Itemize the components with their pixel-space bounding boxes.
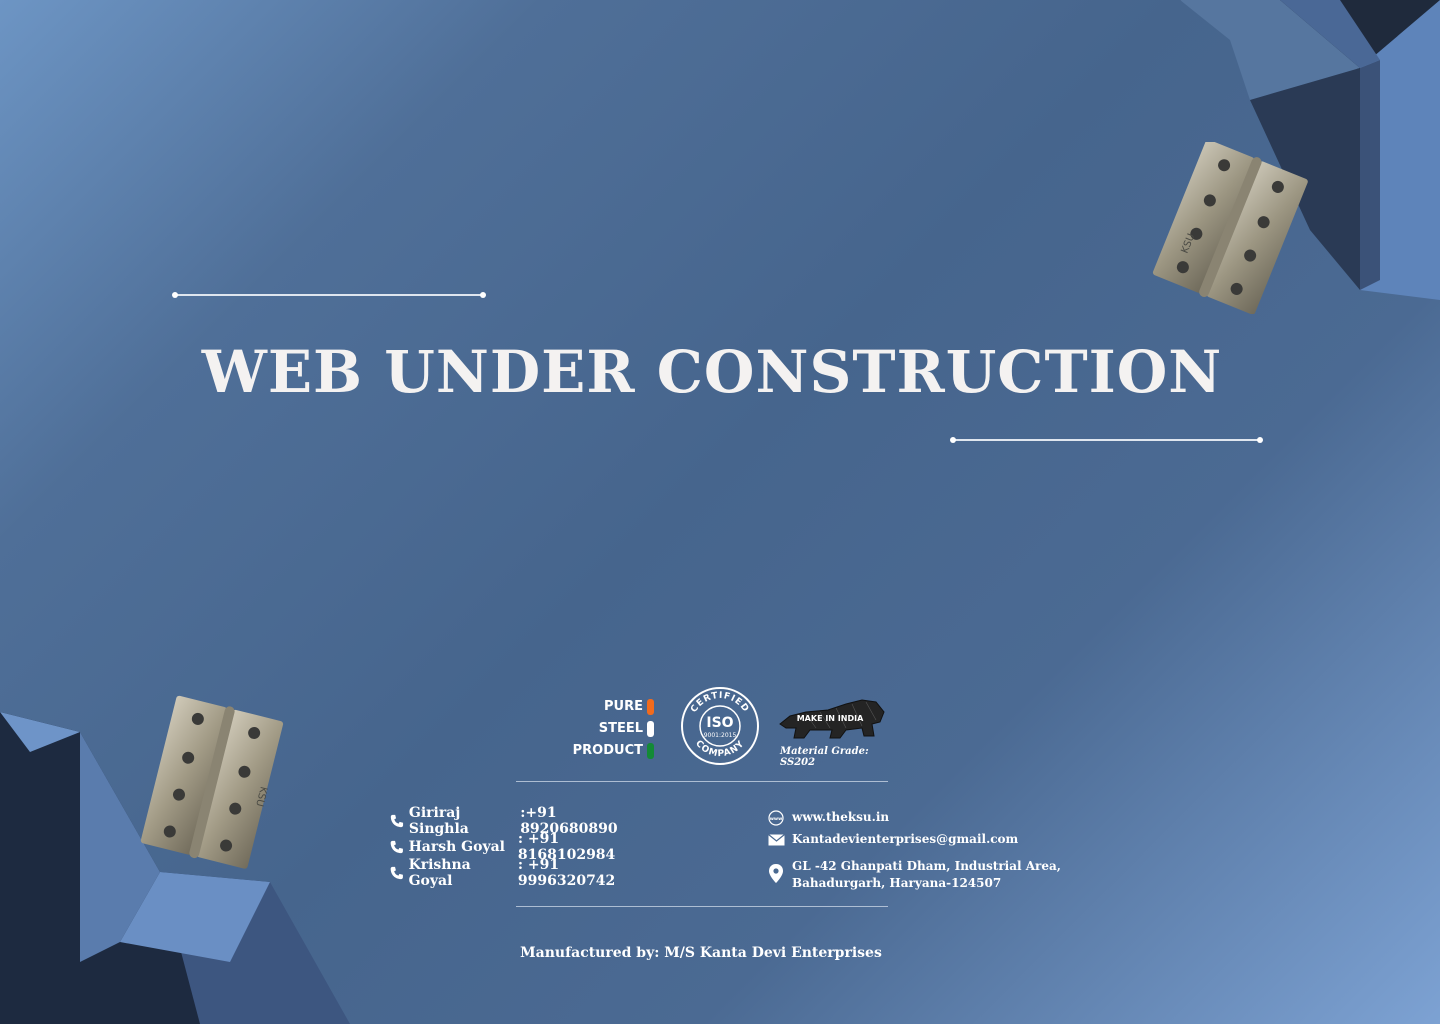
material-grade: Material Grade: SS202 bbox=[780, 746, 869, 768]
lion-icon: MAKE IN INDIA bbox=[779, 699, 885, 739]
company-info: www www.theksu.in Kantadevienterprises@g… bbox=[768, 810, 1068, 892]
address-line-1: GL -42 Ghanpati Dham, Industrial Area, bbox=[792, 859, 1061, 873]
contact-name: Harsh Goyal bbox=[408, 839, 505, 855]
contact-phone[interactable]: : +91 9996320742 bbox=[518, 857, 658, 889]
website-link[interactable]: www.theksu.in bbox=[792, 810, 889, 824]
contact-bottom-separator bbox=[516, 906, 888, 907]
svg-text:COMPANY: COMPANY bbox=[693, 739, 747, 759]
phone-icon bbox=[390, 814, 404, 828]
bottom-right-divider bbox=[950, 437, 1263, 443]
phone-icon bbox=[390, 840, 403, 854]
iso-certified-seal: CERTIFIED ISO 9001:2015 COMPANY bbox=[681, 687, 759, 765]
address-line-2: Bahadurgarh, Haryana-124507 bbox=[792, 876, 1002, 890]
green-bar bbox=[647, 743, 654, 759]
address-row: GL -42 Ghanpati Dham, Industrial Area, B… bbox=[768, 858, 1068, 892]
pure-steel-badge: PURE STEEL PRODUCT bbox=[556, 696, 654, 762]
saffron-bar bbox=[647, 699, 654, 715]
hinge-image-top-right: KSU bbox=[1152, 142, 1308, 314]
top-left-divider bbox=[172, 292, 486, 298]
svg-text:www: www bbox=[770, 817, 782, 822]
contact-top-separator bbox=[516, 781, 888, 782]
website-row: www www.theksu.in bbox=[768, 810, 1068, 832]
email-link[interactable]: Kantadevienterprises@gmail.com bbox=[792, 832, 1018, 846]
page-title: WEB UNDER CONSTRUCTION bbox=[201, 338, 1223, 406]
location-pin-icon bbox=[769, 864, 783, 883]
phone-icon bbox=[390, 866, 403, 880]
mail-icon bbox=[768, 834, 785, 846]
svg-text:MAKE IN INDIA: MAKE IN INDIA bbox=[797, 714, 864, 723]
hinge-image-bottom-left: KSU bbox=[140, 695, 284, 869]
make-in-india-logo: MAKE IN INDIA Material Grade: SS202 bbox=[776, 694, 892, 768]
contact-name: Krishna Goyal bbox=[408, 857, 471, 889]
contact-row: Krishna Goyal : +91 9996320742 bbox=[388, 857, 658, 889]
svg-text:9001:2015: 9001:2015 bbox=[704, 732, 737, 739]
badge-line-pure: PURE bbox=[604, 699, 643, 714]
contact-list: Giriraj Singhla :+91 8920680890 Harsh Go… bbox=[388, 805, 658, 889]
svg-text:ISO: ISO bbox=[706, 715, 733, 731]
white-bar bbox=[647, 721, 654, 737]
globe-icon: www bbox=[768, 810, 784, 826]
badge-line-product: PRODUCT bbox=[572, 743, 643, 758]
email-row: Kantadevienterprises@gmail.com bbox=[768, 832, 1068, 856]
badge-line-steel: STEEL bbox=[598, 721, 643, 736]
contact-name: Giriraj Singhla bbox=[408, 805, 469, 837]
manufacturer-credit: Manufactured by: M/S Kanta Devi Enterpri… bbox=[520, 945, 882, 961]
